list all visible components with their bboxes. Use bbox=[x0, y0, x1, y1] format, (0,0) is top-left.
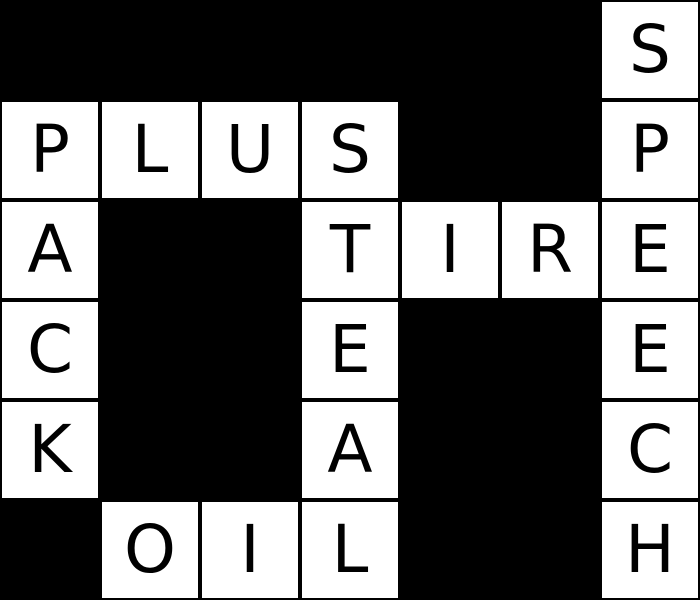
letter-cell[interactable]: U bbox=[200, 100, 300, 200]
block-cell bbox=[500, 400, 600, 500]
block-cell bbox=[100, 400, 200, 500]
letter-cell[interactable]: A bbox=[300, 400, 400, 500]
letter-cell[interactable]: K bbox=[0, 400, 100, 500]
letter-cell[interactable]: T bbox=[300, 200, 400, 300]
cell-letter: I bbox=[440, 211, 460, 288]
letter-cell[interactable]: E bbox=[600, 200, 700, 300]
cell-letter: P bbox=[30, 111, 70, 188]
cell-letter: A bbox=[327, 411, 373, 488]
cell-letter: I bbox=[240, 511, 260, 588]
letter-cell[interactable]: L bbox=[300, 500, 400, 600]
cell-letter: E bbox=[329, 311, 371, 388]
cell-letter: H bbox=[625, 511, 675, 588]
letter-cell[interactable]: E bbox=[300, 300, 400, 400]
cell-letter: U bbox=[225, 111, 275, 188]
cell-letter: T bbox=[329, 211, 371, 288]
cell-letter: P bbox=[630, 111, 670, 188]
cell-letter: R bbox=[527, 211, 573, 288]
block-cell bbox=[400, 400, 500, 500]
block-cell bbox=[500, 100, 600, 200]
letter-cell[interactable]: A bbox=[0, 200, 100, 300]
block-cell bbox=[500, 0, 600, 100]
letter-cell[interactable]: S bbox=[300, 100, 400, 200]
cell-letter: E bbox=[629, 311, 671, 388]
block-cell bbox=[100, 300, 200, 400]
block-cell bbox=[500, 500, 600, 600]
cell-letter: S bbox=[329, 111, 371, 188]
block-cell bbox=[0, 500, 100, 600]
cell-letter: E bbox=[629, 211, 671, 288]
cell-letter: L bbox=[331, 511, 369, 588]
letter-cell[interactable]: C bbox=[600, 400, 700, 500]
block-cell bbox=[200, 400, 300, 500]
block-cell bbox=[400, 300, 500, 400]
cell-letter: C bbox=[626, 411, 674, 488]
letter-cell[interactable]: S bbox=[600, 0, 700, 100]
letter-cell[interactable]: O bbox=[100, 500, 200, 600]
block-cell bbox=[400, 100, 500, 200]
block-cell bbox=[200, 0, 300, 100]
letter-cell[interactable]: I bbox=[200, 500, 300, 600]
block-cell bbox=[200, 200, 300, 300]
block-cell bbox=[300, 0, 400, 100]
cell-letter: A bbox=[27, 211, 73, 288]
crossword-grid: SPLUSPATIRECEEKACOILH bbox=[0, 0, 700, 600]
cell-letter: C bbox=[26, 311, 74, 388]
block-cell bbox=[200, 300, 300, 400]
cell-letter: S bbox=[629, 11, 671, 88]
letter-cell[interactable]: P bbox=[0, 100, 100, 200]
letter-cell[interactable]: E bbox=[600, 300, 700, 400]
block-cell bbox=[400, 0, 500, 100]
cell-letter: K bbox=[28, 411, 72, 488]
block-cell bbox=[100, 0, 200, 100]
letter-cell[interactable]: H bbox=[600, 500, 700, 600]
block-cell bbox=[400, 500, 500, 600]
letter-cell[interactable]: L bbox=[100, 100, 200, 200]
block-cell bbox=[100, 200, 200, 300]
letter-cell[interactable]: C bbox=[0, 300, 100, 400]
letter-cell[interactable]: I bbox=[400, 200, 500, 300]
letter-cell[interactable]: P bbox=[600, 100, 700, 200]
block-cell bbox=[500, 300, 600, 400]
letter-cell[interactable]: R bbox=[500, 200, 600, 300]
block-cell bbox=[0, 0, 100, 100]
cell-letter: L bbox=[131, 111, 169, 188]
cell-letter: O bbox=[124, 511, 176, 588]
